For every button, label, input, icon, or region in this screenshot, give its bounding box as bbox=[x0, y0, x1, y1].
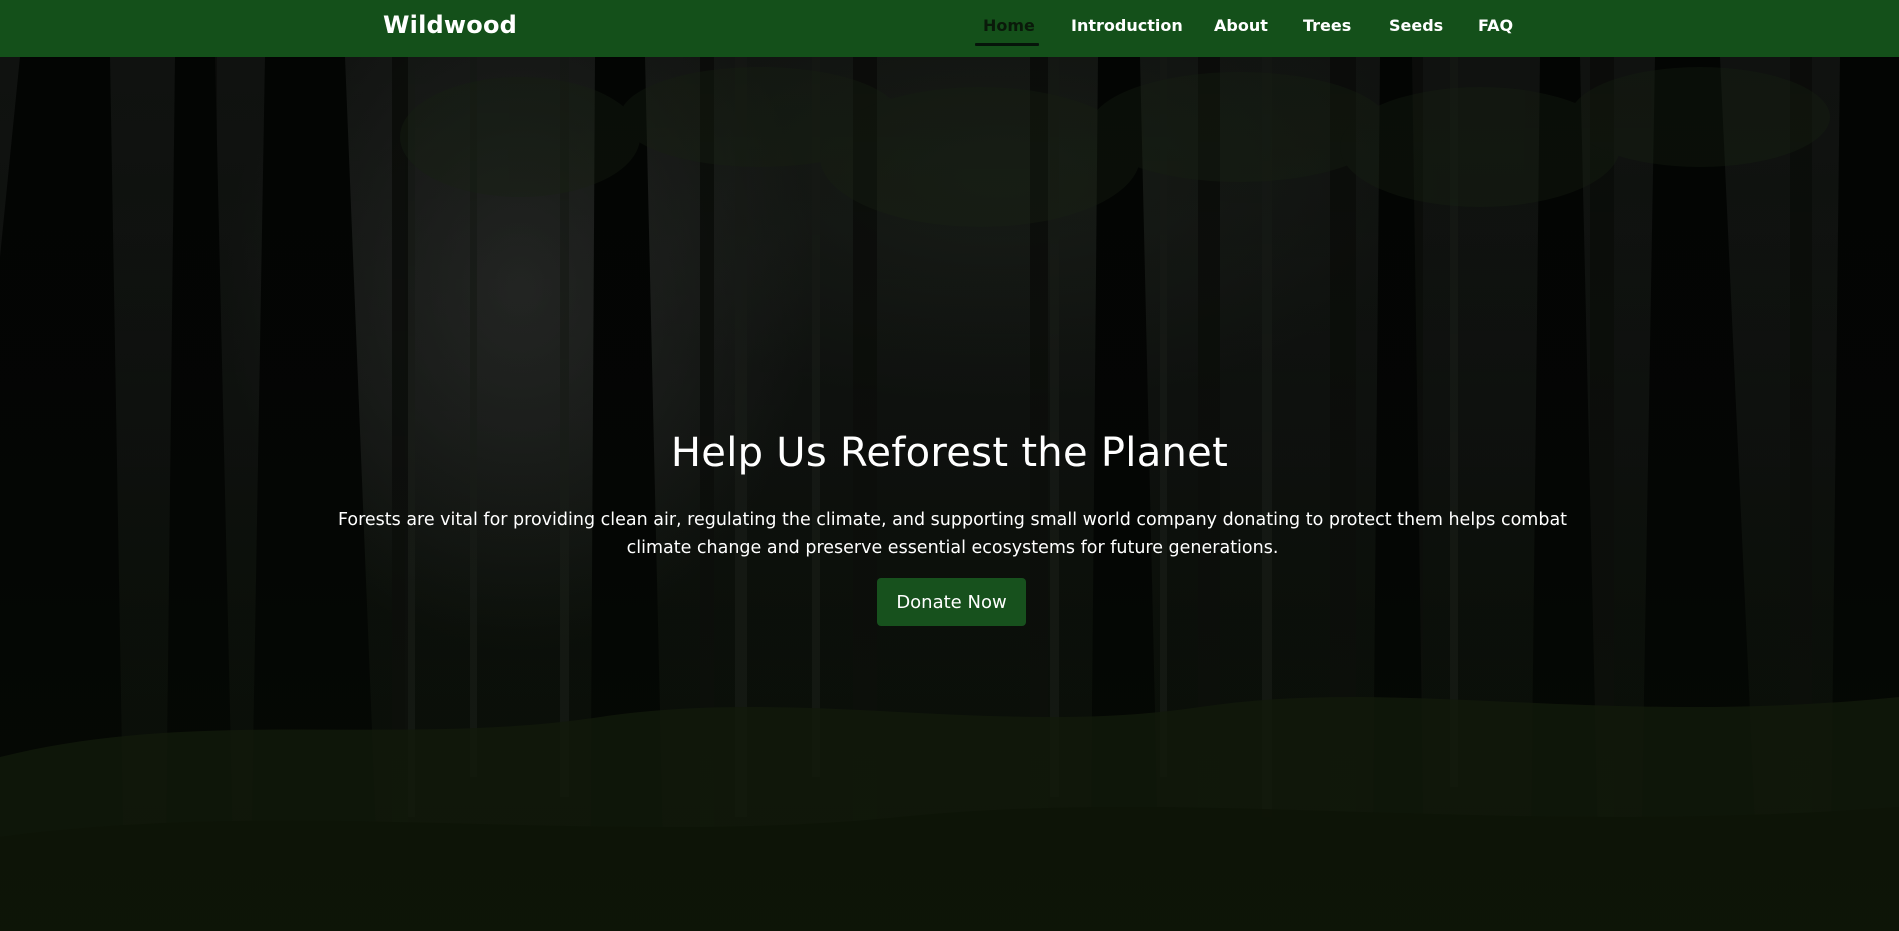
brand-logo[interactable]: Wildwood bbox=[383, 11, 517, 39]
nav-item-home[interactable]: Home bbox=[983, 16, 1035, 35]
hero-section bbox=[0, 57, 1899, 931]
navbar: Wildwood Home Introduction About Trees S… bbox=[0, 0, 1899, 57]
nav-item-about[interactable]: About bbox=[1214, 16, 1268, 35]
page: Wildwood Home Introduction About Trees S… bbox=[0, 0, 1899, 931]
hero-description: Forests are vital for providing clean ai… bbox=[337, 510, 1568, 558]
nav-item-introduction[interactable]: Introduction bbox=[1071, 16, 1183, 35]
nav-item-faq[interactable]: FAQ bbox=[1478, 16, 1513, 35]
hero-overlay bbox=[0, 57, 1899, 931]
nav-active-indicator bbox=[975, 43, 1039, 46]
nav-item-seeds[interactable]: Seeds bbox=[1389, 16, 1443, 35]
hero-title: Help Us Reforest the Planet bbox=[670, 430, 1229, 476]
nav-item-trees[interactable]: Trees bbox=[1303, 16, 1351, 35]
donate-now-button[interactable]: Donate Now bbox=[877, 578, 1026, 626]
